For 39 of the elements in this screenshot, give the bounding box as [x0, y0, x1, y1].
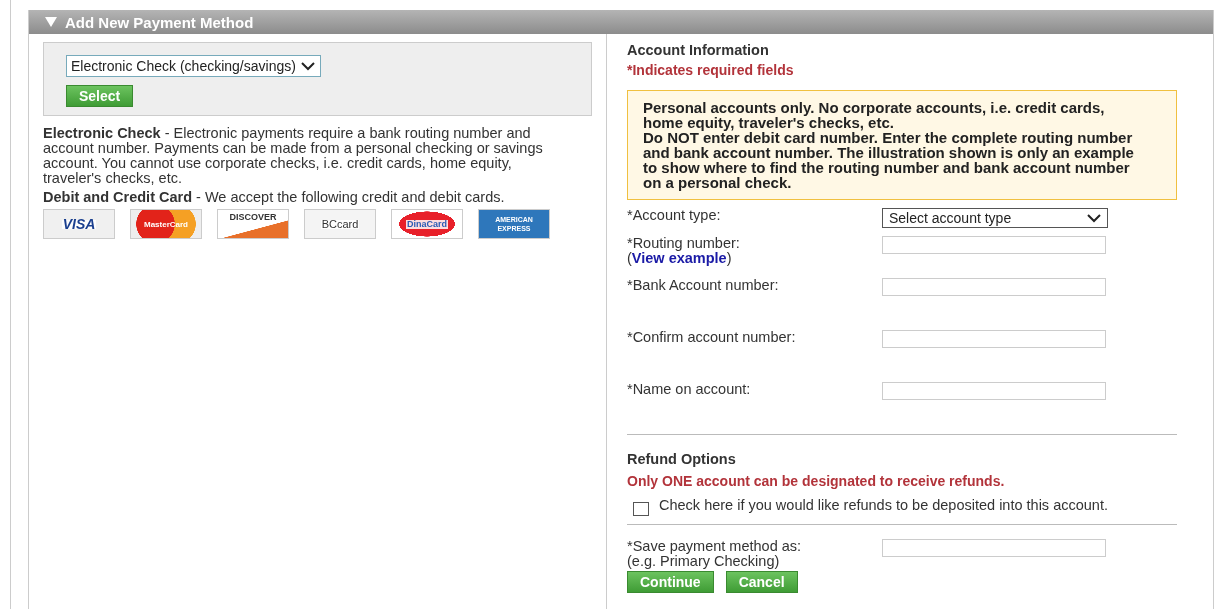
input-field[interactable]: [882, 330, 1106, 348]
section-heading: Refund Options: [627, 451, 737, 467]
card-logo: BCcard: [304, 209, 376, 239]
action-button[interactable]: Continue: [627, 571, 714, 593]
input-field[interactable]: [882, 278, 1106, 296]
view-example-link[interactable]: View example: [631, 250, 727, 266]
refund-warning: Only ONE account can be designated to receive refunds.: [627, 473, 1006, 489]
field-label: *Save payment method as:: [627, 538, 802, 554]
field-label: *Name on account:: [627, 381, 751, 397]
card-logo: DISCOVER: [217, 209, 289, 239]
checkbox-label: Check here if you would like refunds to be deposited into this account.: [659, 499, 1108, 515]
account-type-select[interactable]: Select account type: [882, 208, 1108, 228]
chevron-down-icon: [299, 60, 316, 72]
card-logo: DinaCard: [391, 209, 463, 239]
field-label: *Bank Account number:: [627, 277, 779, 293]
notice-text: Personal accounts only. No corporate accounts, i.e. credit cards, home equity, traveler's checks, etc.: [643, 100, 1106, 130]
field-hint: (e.g. Primary Checking): [627, 553, 780, 569]
panel-header[interactable]: Add New Payment Method: [29, 10, 1213, 34]
description-text: Debit and Credit Card - We accept the following credit and debit cards.: [43, 190, 506, 205]
action-button[interactable]: Cancel: [725, 571, 798, 593]
input-field[interactable]: [882, 539, 1106, 557]
chevron-down-icon: [1087, 213, 1101, 223]
required-note: *Indicates required fields: [627, 62, 795, 78]
notice-text: Do NOT enter debit card number. Enter the complete routing number and bank account number. The illustration shown is only an example to show where to find the routing number and bank account number on a personal check.: [643, 130, 1135, 190]
card-logo: VISA: [43, 209, 115, 239]
field-label: *Routing number:: [627, 235, 740, 251]
panel-title: Add New Payment Method: [65, 13, 254, 31]
section-heading: Account Information: [627, 42, 770, 58]
refund-checkbox[interactable]: [633, 502, 649, 516]
field-label: *Confirm account number:: [627, 329, 796, 345]
input-field[interactable]: [882, 236, 1106, 254]
select-button[interactable]: Select: [66, 85, 134, 107]
paren-text: (: [627, 250, 632, 266]
field-label: *Account type:: [627, 207, 721, 223]
payment-method-select[interactable]: Electronic Check (checking/savings): [66, 55, 321, 77]
description-text: Electronic Check - Electronic payments require a bank routing number and account number. Payments can be made from a personal checking or savings account. You cannot use corporate checks, i.e. credit cards, home equity, traveler's checks, etc.: [43, 126, 544, 186]
input-field[interactable]: [882, 382, 1106, 400]
card-logo: MasterCard: [130, 209, 202, 239]
paren-text: ): [726, 250, 732, 266]
